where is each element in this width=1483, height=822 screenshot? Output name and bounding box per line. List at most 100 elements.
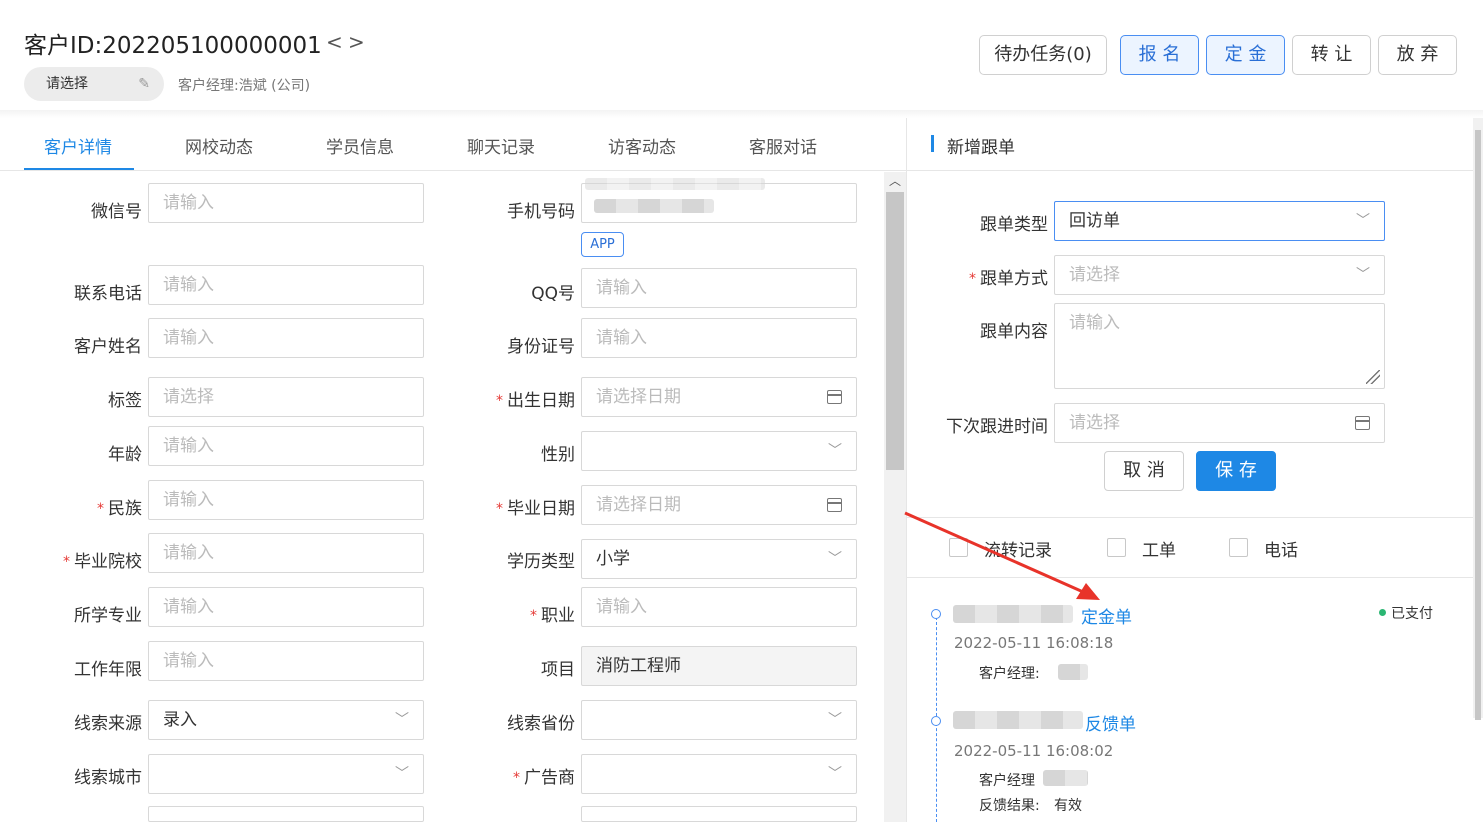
gender-select[interactable]: ﹀	[581, 431, 857, 471]
section-accent-bar	[931, 135, 934, 152]
timeline-manager-label: 客户经理:	[979, 666, 1040, 682]
lead-city-select[interactable]: ﹀	[148, 754, 424, 794]
abandon-button[interactable]: 放 弃	[1378, 35, 1457, 75]
manager-info: 客户经理:浩斌 (公司)	[178, 78, 311, 94]
scroll-up-icon[interactable]: ︿	[884, 172, 906, 190]
next-customer-icon[interactable]: >	[348, 30, 365, 54]
work-years-label: 工作年限	[74, 660, 142, 680]
contact-phone-label: 联系电话	[74, 284, 142, 304]
tab-chat-records[interactable]: 聊天记录	[467, 133, 535, 158]
wechat-input[interactable]: 请输入	[148, 183, 424, 223]
birthday-label: * 出生日期	[496, 391, 575, 411]
customer-name-input[interactable]: 请输入	[148, 318, 424, 358]
transfer-button[interactable]: 转 让	[1292, 35, 1371, 75]
tab-customer-details[interactable]: 客户详情	[44, 133, 112, 158]
follow-method-select[interactable]: 请选择 ﹀	[1054, 255, 1385, 295]
major-label: 所学专业	[74, 606, 142, 626]
header-shadow	[0, 110, 1483, 118]
wechat-label: 微信号	[91, 202, 142, 222]
timeline-masked-manager	[1058, 664, 1088, 680]
gender-label: 性别	[541, 445, 575, 465]
grad-date-datepicker[interactable]: 请选择日期	[581, 485, 857, 525]
follow-method-label: * 跟单方式	[969, 269, 1048, 289]
tab-service-chat[interactable]: 客服对话	[749, 133, 817, 158]
deposit-button[interactable]: 定 金	[1206, 35, 1285, 75]
advertiser-label: * 广告商	[513, 768, 575, 788]
form-scrollbar-thumb[interactable]	[886, 192, 904, 470]
advertiser-select[interactable]: ﹀	[581, 754, 857, 794]
chevron-down-icon: ﹀	[1356, 213, 1370, 229]
qq-label: QQ号	[531, 284, 575, 304]
project-label: 项目	[541, 660, 575, 680]
occupation-input[interactable]: 请输入	[581, 587, 857, 627]
follow-method-placeholder: 请选择	[1069, 265, 1120, 285]
school-input[interactable]: 请输入	[148, 533, 424, 573]
ethnicity-input[interactable]: 请输入	[148, 480, 424, 520]
owner-select[interactable]: 请选择 ✎	[24, 67, 164, 101]
follow-type-select[interactable]: 回访单 ﹀	[1054, 201, 1385, 241]
follow-content-label: 跟单内容	[980, 322, 1048, 342]
timeline-time: 2022-05-11 16:08:18	[954, 634, 1114, 652]
edu-type-value: 小学	[596, 549, 630, 569]
filter-phone-label: 电话	[1264, 541, 1298, 561]
right-panel-scrollbar-thumb[interactable]	[1475, 130, 1481, 720]
age-input[interactable]: 请输入	[148, 426, 424, 466]
tab-divider	[0, 170, 906, 171]
app-tag: APP	[581, 232, 624, 257]
birthday-placeholder: 请选择日期	[596, 387, 681, 407]
annotation-arrow	[904, 511, 1100, 600]
filter-phone-checkbox[interactable]	[1229, 538, 1248, 557]
occupation-label: * 职业	[530, 606, 575, 626]
calendar-icon	[827, 498, 842, 512]
follow-content-textarea[interactable]: 请输入	[1054, 303, 1385, 389]
save-button[interactable]: 保 存	[1196, 451, 1276, 491]
tags-label: 标签	[108, 391, 142, 411]
birthday-datepicker[interactable]: 请选择日期	[581, 377, 857, 417]
todo-tasks-button[interactable]: 待办任务(0)	[979, 35, 1107, 75]
lead-province-select[interactable]: ﹀	[581, 700, 857, 740]
chevron-down-icon: ﹀	[828, 766, 842, 782]
id-card-label: 身份证号	[507, 337, 575, 357]
ethnicity-label: * 民族	[97, 499, 142, 519]
feedback-order-link[interactable]: 反馈单	[1085, 710, 1136, 735]
signup-button[interactable]: 报 名	[1120, 35, 1199, 75]
next-time-datepicker[interactable]: 请选择	[1054, 403, 1385, 443]
tags-select[interactable]: 请选择	[148, 377, 424, 417]
id-card-input[interactable]: 请输入	[581, 318, 857, 358]
follow-up-title: 新增跟单	[947, 138, 1015, 158]
school-label: * 毕业院校	[63, 552, 142, 572]
qq-input[interactable]: 请输入	[581, 268, 857, 308]
annotation-arrow-shaft	[904, 511, 1091, 597]
pencil-icon: ✎	[138, 76, 150, 92]
major-input[interactable]: 请输入	[148, 587, 424, 627]
owner-select-label: 请选择	[46, 76, 88, 92]
right-panel-divider	[907, 170, 1483, 171]
timeline-dot	[931, 716, 941, 726]
feedback-result-label: 反馈结果:	[979, 798, 1040, 814]
prev-customer-icon[interactable]: <	[326, 30, 343, 54]
lead-source-value: 录入	[163, 710, 197, 730]
next-row-input-right[interactable]	[581, 806, 857, 822]
tab-online-school[interactable]: 网校动态	[185, 133, 253, 158]
next-time-label: 下次跟进时间	[946, 417, 1048, 437]
status-dot	[1379, 609, 1386, 616]
tab-visitor-activity[interactable]: 访客动态	[608, 133, 676, 158]
filter-workorder-label: 工单	[1142, 541, 1176, 561]
calendar-icon	[1355, 416, 1370, 430]
resize-handle-icon[interactable]	[1366, 370, 1380, 384]
grad-date-label: * 毕业日期	[496, 499, 575, 519]
timeline-time: 2022-05-11 16:08:02	[954, 742, 1114, 760]
work-years-input[interactable]: 请输入	[148, 641, 424, 681]
lead-province-label: 线索省份	[507, 714, 575, 734]
lead-source-label: 线索来源	[74, 714, 142, 734]
edu-type-label: 学历类型	[507, 552, 575, 572]
edu-type-select[interactable]: 小学 ﹀	[581, 539, 857, 579]
chevron-down-icon: ﹀	[828, 712, 842, 728]
lead-source-select[interactable]: 录入 ﹀	[148, 700, 424, 740]
chevron-down-icon: ﹀	[395, 766, 409, 782]
contact-phone-input[interactable]: 请输入	[148, 265, 424, 305]
next-row-input-left[interactable]	[148, 806, 424, 822]
lead-city-label: 线索城市	[74, 768, 142, 788]
tab-student-info[interactable]: 学员信息	[326, 133, 394, 158]
cancel-button[interactable]: 取 消	[1104, 451, 1184, 491]
